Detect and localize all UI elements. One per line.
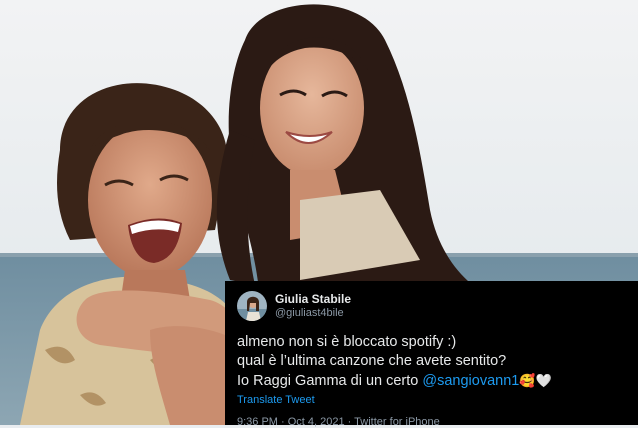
translate-tweet-link[interactable]: Translate Tweet <box>237 394 626 406</box>
tweet-line-1: almeno non si è bloccato spotify :) <box>237 334 457 350</box>
tweet-line-2: qual è l’ultima canzone che avete sentit… <box>237 353 507 369</box>
emoji-hearts: 🥰🤍 <box>519 373 552 388</box>
author-handle[interactable]: @giuliast4bile <box>275 306 351 320</box>
tweet-header: Giulia Stabile @giuliast4bile <box>237 289 626 323</box>
author-names: Giulia Stabile @giuliast4bile <box>275 292 351 320</box>
tweet-text: almeno non si è bloccato spotify :) qual… <box>237 333 626 391</box>
author-name[interactable]: Giulia Stabile <box>275 292 351 306</box>
tweet-line-3: Io Raggi Gamma di un certo @sangiovann1🥰… <box>237 371 626 391</box>
tweet-card: Giulia Stabile @giuliast4bile almeno non… <box>225 281 638 428</box>
tweet-timestamp[interactable]: 9:36 PM · Oct 4, 2021 · Twitter for iPho… <box>237 416 626 428</box>
tweet-line-3-text: Io Raggi Gamma di un certo <box>237 373 423 389</box>
mention-link[interactable]: @sangiovann1 <box>422 373 519 389</box>
avatar-image-icon <box>237 291 267 321</box>
avatar[interactable] <box>237 291 267 321</box>
